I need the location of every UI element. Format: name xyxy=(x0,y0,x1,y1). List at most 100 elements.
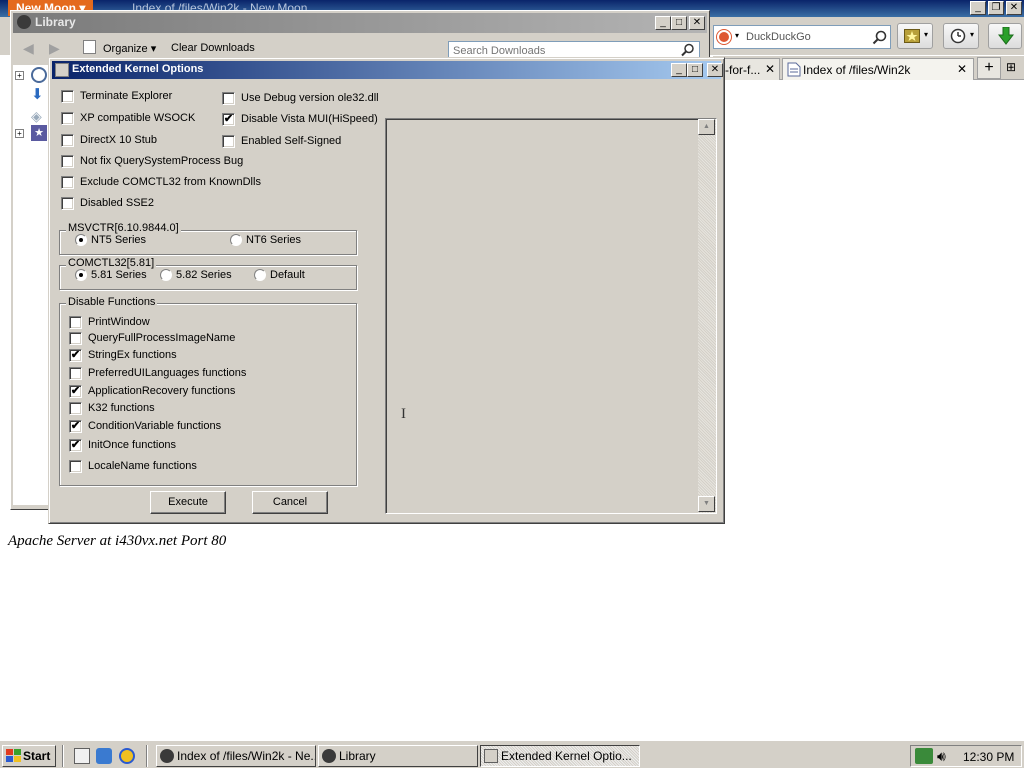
checkbox[interactable] xyxy=(69,316,82,329)
start-button[interactable]: Start xyxy=(2,745,56,767)
scroll-down-arrow-icon[interactable]: ▼ xyxy=(698,496,715,512)
comctl-582-label: 5.82 Series xyxy=(176,269,232,281)
taskbar-item-browser[interactable]: Index of /files/Win2k - Ne... xyxy=(156,745,316,767)
bookmarks-button[interactable]: ▾ xyxy=(897,23,933,49)
history-icon[interactable] xyxy=(31,67,47,83)
explorer-icon[interactable] xyxy=(96,748,112,764)
checkbox[interactable] xyxy=(61,197,74,210)
clock-icon xyxy=(950,28,966,44)
checkbox[interactable] xyxy=(69,367,82,380)
taskbar-item-kernel-options[interactable]: Extended Kernel Optio... xyxy=(480,745,640,767)
checkbox[interactable]: ✔ xyxy=(69,420,82,433)
download-arrow-icon xyxy=(998,27,1014,45)
show-desktop-icon[interactable] xyxy=(74,748,90,764)
taskbar-item-library[interactable]: Library xyxy=(318,745,478,767)
checkbox[interactable] xyxy=(61,134,74,147)
tab-label: Index of /files/Win2k xyxy=(803,63,911,77)
network-icon[interactable] xyxy=(915,748,933,764)
maximize-button[interactable]: □ xyxy=(671,16,687,30)
dialog-title: Extended Kernel Options xyxy=(72,63,204,75)
vertical-scrollbar[interactable]: ▲ ▼ xyxy=(698,119,716,513)
back-arrow-icon[interactable]: ◀ xyxy=(23,40,34,57)
checkbox-label: Disable Vista MUI(HiSpeed) xyxy=(241,113,378,125)
bookmarks-menu-icon[interactable]: ★ xyxy=(31,125,47,141)
new-moon-icon xyxy=(160,749,174,763)
media-player-icon[interactable] xyxy=(119,748,135,764)
maximize-button[interactable]: □ xyxy=(687,63,703,77)
minimize-button[interactable]: _ xyxy=(671,63,687,77)
checkbox[interactable]: ✔ xyxy=(69,349,82,362)
search-engine-box[interactable]: ▾ DuckDuckGo xyxy=(713,25,891,49)
nt5-series-label: NT5 Series xyxy=(91,234,147,246)
cancel-button[interactable]: Cancel xyxy=(252,491,328,514)
tab-item[interactable]: -for-f... ✕ xyxy=(718,58,780,80)
expand-icon[interactable]: + xyxy=(15,129,24,138)
scroll-up-arrow-icon[interactable]: ▲ xyxy=(698,119,715,135)
search-icon[interactable] xyxy=(872,30,887,45)
checkbox[interactable] xyxy=(61,90,74,103)
close-icon[interactable]: ✕ xyxy=(957,62,967,76)
chevron-down-icon: ▾ xyxy=(735,31,740,40)
comctl-581-radio[interactable] xyxy=(75,269,87,281)
checkbox[interactable] xyxy=(222,135,235,148)
checkbox-label: XP compatible WSOCK xyxy=(80,112,196,124)
taskbar: Start Index of /files/Win2k - Ne... Libr… xyxy=(0,740,1024,768)
checkbox[interactable] xyxy=(69,402,82,415)
volume-icon[interactable]: 🔊︎ xyxy=(937,748,946,765)
organize-label: Organize xyxy=(103,43,148,55)
bookmark-star-icon xyxy=(904,29,920,43)
comctl-default-radio[interactable] xyxy=(254,269,266,281)
checkbox-label: ConditionVariable functions xyxy=(88,420,222,432)
checkbox[interactable]: ✔ xyxy=(222,113,235,126)
tab-list-icon[interactable]: ⊞ xyxy=(1006,60,1016,74)
comctl-581-label: 5.81 Series xyxy=(91,269,147,281)
disable-functions-title: Disable Functions xyxy=(66,296,158,308)
chevron-down-icon: ▾ xyxy=(970,30,975,39)
minimize-button[interactable]: _ xyxy=(655,16,671,30)
checkbox[interactable]: ✔ xyxy=(69,439,82,452)
checkbox[interactable] xyxy=(69,332,82,345)
radio-dot xyxy=(79,273,83,277)
checkbox[interactable]: ✔ xyxy=(69,385,82,398)
system-tray: 🔊︎ 12:30 PM xyxy=(910,745,1022,767)
checkbox[interactable] xyxy=(69,460,82,473)
close-icon[interactable]: ✕ xyxy=(765,62,775,76)
task-label: Extended Kernel Optio... xyxy=(501,749,632,763)
nt5-series-radio[interactable] xyxy=(75,234,87,246)
close-button[interactable]: ✕ xyxy=(689,16,705,30)
output-textarea[interactable] xyxy=(385,118,717,514)
kernel-options-titlebar: Extended Kernel Options _ □ ✕ xyxy=(52,61,723,79)
close-button[interactable]: ✕ xyxy=(1006,1,1022,15)
checkbox-label: PrintWindow xyxy=(88,316,150,328)
forward-arrow-icon[interactable]: ▶ xyxy=(49,40,60,57)
radio-dot xyxy=(79,238,83,242)
expand-icon[interactable]: + xyxy=(15,71,24,80)
tab-item-active[interactable]: Index of /files/Win2k ✕ xyxy=(782,58,974,80)
search-icon[interactable] xyxy=(681,43,695,57)
comctl-group-title: COMCTL32[5.81] xyxy=(66,257,157,269)
checkbox-label: PreferredUILanguages functions xyxy=(88,367,247,379)
clear-downloads-button[interactable]: Clear Downloads xyxy=(171,42,255,54)
history-button[interactable]: ▾ xyxy=(943,23,979,49)
close-button[interactable]: ✕ xyxy=(707,63,723,77)
nt6-series-radio[interactable] xyxy=(230,234,242,246)
checkbox[interactable] xyxy=(61,176,74,189)
comctl-582-radio[interactable] xyxy=(160,269,172,281)
downloads-icon[interactable]: ⬇ xyxy=(31,87,47,103)
checkbox-label: Not fix QuerySystemProcess Bug xyxy=(80,155,244,167)
tag-icon[interactable]: ◈ xyxy=(31,109,47,125)
clock: 12:30 PM xyxy=(963,750,1015,764)
restore-button[interactable]: ❐ xyxy=(988,1,1004,15)
checkbox-label: Exclude COMCTL32 from KnownDlls xyxy=(80,176,261,188)
checkbox-label: Terminate Explorer xyxy=(80,90,173,102)
checkbox[interactable] xyxy=(61,155,74,168)
execute-button[interactable]: Execute xyxy=(150,491,226,514)
checkbox[interactable] xyxy=(61,112,74,125)
duckduckgo-icon xyxy=(717,30,731,44)
library-title: Library xyxy=(35,15,76,29)
checkbox[interactable] xyxy=(222,92,235,105)
downloads-button[interactable] xyxy=(988,23,1022,49)
new-tab-button[interactable]: + xyxy=(977,57,1001,79)
minimize-button[interactable]: _ xyxy=(970,1,986,15)
organize-button[interactable]: Organize ▾ xyxy=(103,42,156,55)
